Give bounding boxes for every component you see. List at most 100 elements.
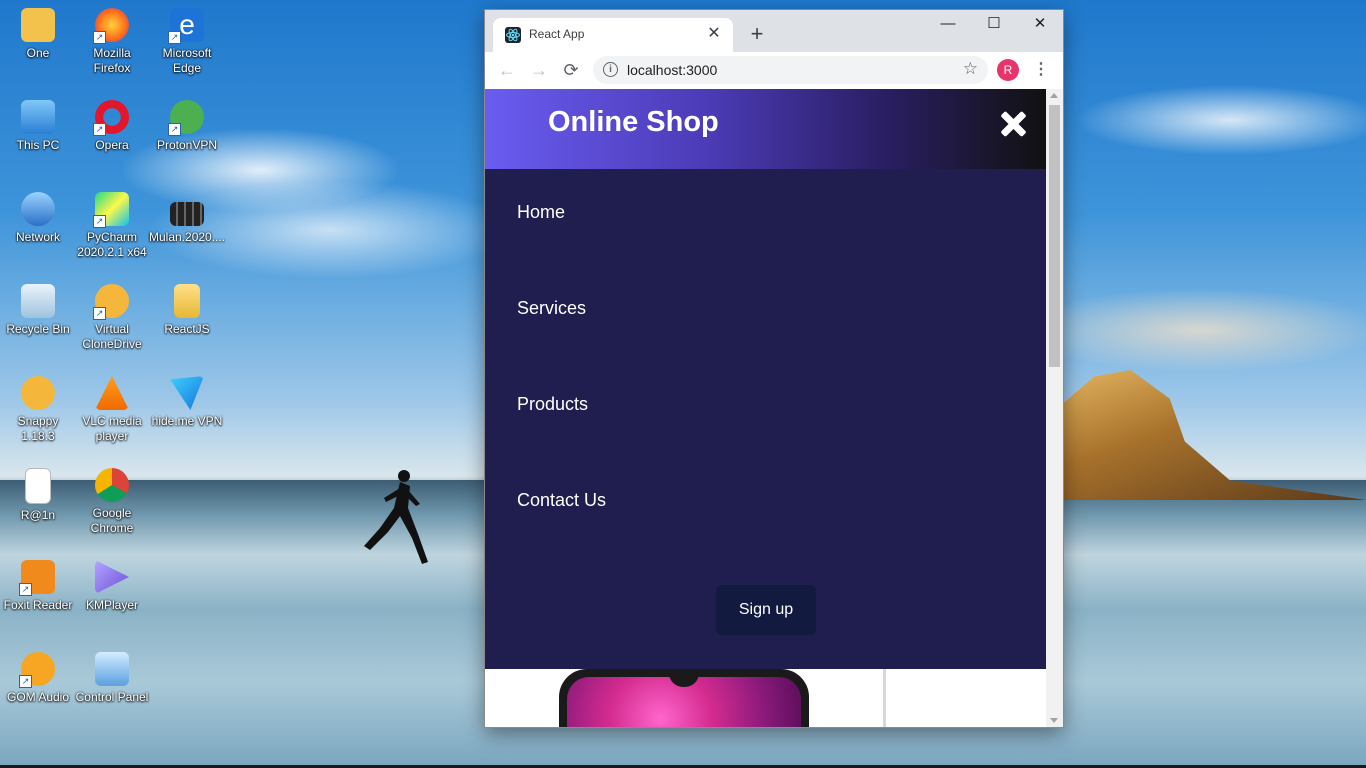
desktop-icon-hideme-vpn[interactable]: hide.me VPN [149, 376, 225, 429]
shortcut-arrow-icon: ↗ [168, 31, 181, 44]
tab-title: React App [529, 27, 585, 41]
desktop-icon-reactjs[interactable]: ReactJS [149, 284, 225, 337]
scroll-up-arrow-icon[interactable] [1050, 93, 1058, 98]
page-scrollbar[interactable] [1046, 89, 1063, 727]
protonvpn-icon: ↗ [168, 100, 204, 136]
url-text[interactable]: localhost:3000 [627, 62, 717, 78]
scrollbar-thumb[interactable] [1049, 105, 1060, 367]
desktop-icon-label: PyCharm 2020.2.1 x64 [77, 230, 147, 259]
opera-icon: ↗ [93, 100, 129, 136]
window-minimize-button[interactable]: — [925, 10, 971, 40]
desktop-icon-label: Mulan.2020.... [149, 230, 226, 244]
desktop-icon-label: Snappy 1.18.3 [17, 414, 59, 443]
desktop-icon-label: This PC [16, 138, 60, 152]
network-icon [21, 192, 55, 226]
desktop-icon-label: Microsoft Edge [162, 46, 212, 75]
desktop-icon-network[interactable]: Network [0, 192, 76, 245]
clonedrive-icon: ↗ [93, 284, 129, 320]
desktop-icon-opera[interactable]: ↗ Opera [74, 100, 150, 153]
desktop-icon-control-panel[interactable]: Control Panel [74, 652, 150, 705]
vlc-cone-icon [95, 376, 129, 410]
desktop-icon-kmplayer[interactable]: KMPlayer [74, 560, 150, 613]
user-folder-icon [21, 8, 55, 42]
product-phone-image[interactable] [559, 669, 809, 727]
new-tab-button[interactable]: + [745, 23, 769, 45]
desktop-icon-recycle-bin[interactable]: Recycle Bin [0, 284, 76, 337]
desktop-icon-r1n[interactable]: R@1n [0, 468, 76, 523]
pycharm-icon: ↗ [93, 192, 129, 228]
desktop-icon-label: Recycle Bin [6, 322, 70, 336]
desktop-icon-label: VLC media player [82, 414, 142, 443]
desktop-icon-label: ProtonVPN [156, 138, 218, 152]
chrome-icon [95, 468, 129, 502]
desktop-icon-firefox[interactable]: ↗ Mozilla Firefox [74, 8, 150, 76]
desktop-icon-chrome[interactable]: Google Chrome [74, 468, 150, 536]
site-logo[interactable]: Online Shop [548, 106, 719, 139]
desktop-icon-foxit[interactable]: ↗ Foxit Reader [0, 560, 76, 613]
desktop-icon-label: Mozilla Firefox [93, 46, 131, 75]
card-divider [883, 669, 886, 727]
computer-icon [21, 100, 55, 134]
signup-button[interactable]: Sign up [716, 585, 816, 635]
shortcut-arrow-icon: ↗ [19, 675, 32, 688]
desktop-icon-this-pc[interactable]: This PC [0, 100, 76, 153]
desktop-icon-vlc[interactable]: VLC media player [74, 376, 150, 444]
reload-icon[interactable]: ⟳ [559, 58, 583, 82]
desktop-icon-edge[interactable]: e ↗ Microsoft Edge [149, 8, 225, 76]
desktop-icon-snappy[interactable]: Snappy 1.18.3 [0, 376, 76, 444]
browser-titlebar: React App ✕ + — ☐ ✕ [485, 10, 1063, 52]
product-section [485, 669, 1046, 727]
desktop-icon-protonvpn[interactable]: ↗ ProtonVPN [149, 100, 225, 153]
scroll-down-arrow-icon[interactable] [1050, 718, 1058, 723]
desktop-icon-label: GOM Audio [6, 690, 70, 704]
desktop-icon-label: One [26, 46, 50, 60]
desktop-icon-virtual-clonedrive[interactable]: ↗ Virtual CloneDrive [74, 284, 150, 352]
text-file-icon [25, 468, 51, 504]
nav-link-contact-us[interactable]: Contact Us [517, 490, 606, 511]
tab-close-icon[interactable]: ✕ [705, 25, 723, 43]
desktop-icon-label: hide.me VPN [151, 414, 223, 428]
video-file-icon [170, 202, 204, 226]
desktop-icon-label: KMPlayer [85, 598, 138, 612]
shortcut-arrow-icon: ↗ [93, 123, 106, 136]
shortcut-arrow-icon: ↗ [93, 307, 106, 320]
mobile-nav-menu: Home Services Products Contact Us Sign u… [485, 169, 1046, 669]
tab-react-app[interactable]: React App ✕ [493, 18, 733, 52]
profile-avatar[interactable]: R [997, 59, 1019, 81]
recycle-bin-icon [21, 284, 55, 318]
snappy-icon [21, 376, 55, 410]
forward-arrow-icon[interactable]: → [527, 58, 551, 82]
bookmark-star-icon[interactable]: ☆ [963, 59, 978, 79]
page-viewport: Online Shop Home Services Products Conta… [485, 89, 1046, 727]
desktop-icon-gom-audio[interactable]: ↗ GOM Audio [0, 652, 76, 705]
site-header: Online Shop [485, 89, 1046, 169]
desktop-icon-one[interactable]: One [0, 8, 76, 61]
desktop-icon-label: Virtual CloneDrive [82, 322, 142, 351]
site-info-icon[interactable]: i [603, 62, 618, 77]
desktop-icon-label: Control Panel [75, 690, 149, 704]
hideme-vpn-icon [170, 376, 204, 410]
desktop-icon-mulan[interactable]: Mulan.2020.... [149, 192, 225, 245]
nav-link-products[interactable]: Products [517, 394, 588, 415]
firefox-icon: ↗ [93, 8, 129, 44]
desktop-icon-label: Google Chrome [90, 506, 134, 535]
shortcut-arrow-icon: ↗ [19, 583, 32, 596]
gom-audio-icon: ↗ [19, 652, 55, 688]
shortcut-arrow-icon: ↗ [93, 31, 106, 44]
kmplayer-icon [95, 560, 129, 594]
window-close-button[interactable]: ✕ [1017, 10, 1063, 40]
desktop-icon-pycharm[interactable]: ↗ PyCharm 2020.2.1 x64 [74, 192, 150, 260]
back-arrow-icon[interactable]: ← [495, 58, 519, 82]
desktop-icon-label: Foxit Reader [3, 598, 73, 612]
nav-link-home[interactable]: Home [517, 202, 565, 223]
edge-icon: e ↗ [168, 8, 204, 44]
desktop-icon-label: Network [15, 230, 60, 244]
window-maximize-button[interactable]: ☐ [971, 10, 1017, 40]
nav-link-services[interactable]: Services [517, 298, 586, 319]
control-panel-icon [95, 652, 129, 686]
address-bar[interactable]: i localhost:3000 ☆ [593, 56, 988, 84]
browser-toolbar: ← → ⟳ i localhost:3000 ☆ R ⋮ [485, 52, 1063, 90]
browser-menu-icon[interactable]: ⋮ [1033, 58, 1049, 82]
desktop-wallpaper-runner [364, 470, 428, 564]
close-menu-icon[interactable] [997, 108, 1029, 140]
